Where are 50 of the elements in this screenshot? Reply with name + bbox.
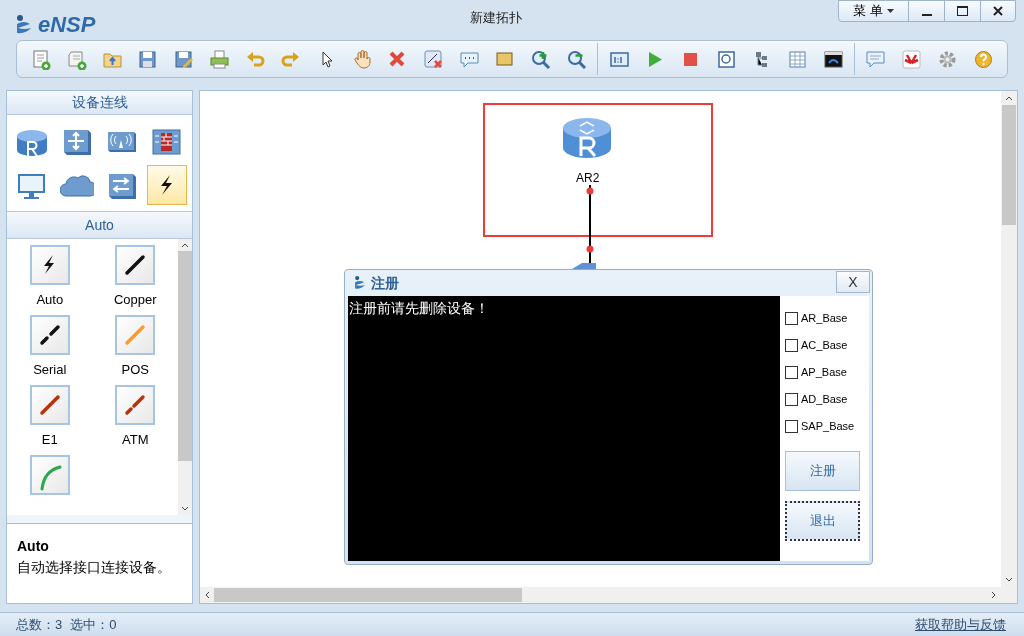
link-type-label: POS <box>121 363 149 377</box>
console-output: 注册前请先删除设备！ <box>348 296 780 561</box>
scrollbar[interactable] <box>178 239 192 515</box>
minimize-icon <box>921 14 932 16</box>
dialog-button[interactable]: 注册 <box>785 451 860 491</box>
maximize-icon <box>957 6 968 16</box>
checkbox[interactable] <box>785 420 798 433</box>
curved-link-icon[interactable] <box>29 455 70 495</box>
checkbox[interactable] <box>785 393 798 406</box>
checkbox-label: AP_Base <box>801 365 847 381</box>
auto-link-icon[interactable] <box>29 245 70 285</box>
description-title: Auto <box>17 537 50 556</box>
dialog-button[interactable]: 退出 <box>785 501 860 541</box>
checkbox[interactable] <box>785 312 798 325</box>
panel-title: Auto <box>7 211 192 239</box>
link-type-label: Serial <box>33 363 67 377</box>
window-title: 新建拓扑 <box>470 9 522 27</box>
link-type-label: Copper <box>113 293 157 307</box>
scroll-thumb[interactable] <box>214 588 522 602</box>
link-type-label: ATM <box>122 433 149 447</box>
checkbox-label: AC_Base <box>801 338 848 354</box>
link-type-label: E1 <box>41 433 58 447</box>
scrollbar[interactable] <box>1001 91 1017 587</box>
scroll-thumb[interactable] <box>178 251 192 461</box>
status-text: 总数：3 <box>16 615 63 634</box>
app-logo: eNSP <box>38 11 96 39</box>
router-icon[interactable] <box>562 116 612 160</box>
device-label: AR2 <box>576 170 600 187</box>
logo-icon <box>353 275 367 291</box>
checkbox-label: SAP_Base <box>801 419 855 435</box>
dialog-title: 注册 <box>371 273 399 293</box>
e1-link-icon[interactable] <box>29 385 70 425</box>
scrollbar[interactable] <box>200 587 1017 603</box>
checkbox[interactable] <box>785 339 798 352</box>
checkbox-label: AR_Base <box>801 311 848 327</box>
panel-title: 设备连线 <box>7 91 192 115</box>
close-icon <box>993 6 1003 16</box>
caret-icon <box>886 9 894 13</box>
link-type-label: Auto <box>36 293 64 307</box>
checkbox-label: AD_Base <box>801 392 848 408</box>
serial-link-icon[interactable] <box>29 315 70 355</box>
copper-link-icon[interactable] <box>115 245 156 285</box>
scroll-thumb[interactable] <box>1002 105 1016 225</box>
close-button[interactable]: X <box>836 271 870 293</box>
checkbox[interactable] <box>785 366 798 379</box>
help-link[interactable]: 获取帮助与反馈 <box>915 614 1006 635</box>
lightning-icon[interactable] <box>146 165 187 205</box>
description-text: 自动选择接口连接设备。 <box>17 559 172 575</box>
atm-link-icon[interactable] <box>115 385 156 425</box>
status-text: 选中：0 <box>70 615 117 634</box>
